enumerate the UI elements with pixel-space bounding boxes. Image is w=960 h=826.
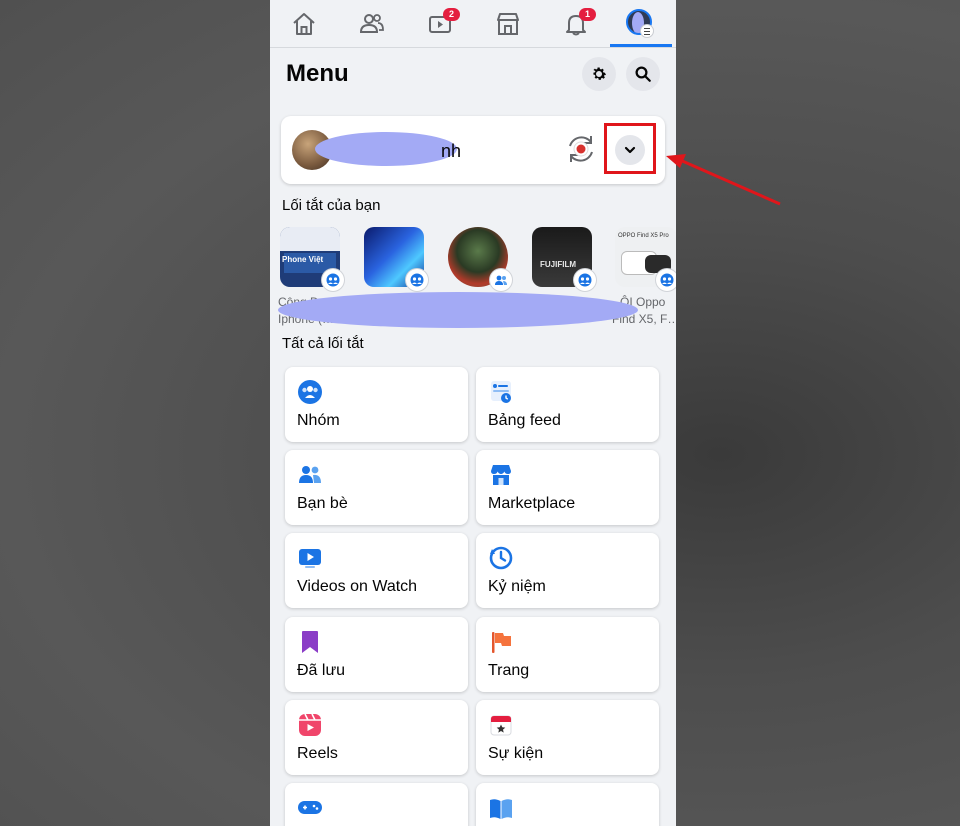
shortcuts-title: Lối tắt của bạn xyxy=(282,197,381,214)
shortcut-badge-2 xyxy=(406,269,428,291)
shortcut-badge-1 xyxy=(322,269,344,291)
nav-menu[interactable] xyxy=(616,6,656,42)
all-shortcuts-title: Tất cả lối tắt xyxy=(282,335,364,352)
shortcut-thumb-text: OPPO Find X5 Pro xyxy=(618,233,669,239)
saved-icon xyxy=(302,631,318,653)
redacted-labels-overlay xyxy=(278,292,638,328)
feed-icon xyxy=(491,381,511,403)
group-icon xyxy=(410,273,424,287)
tile-feeds-book[interactable] xyxy=(476,783,659,826)
book-icon xyxy=(490,799,512,819)
tile-feeds[interactable]: Bảng feed xyxy=(476,367,659,442)
search-icon xyxy=(635,66,651,82)
shortcut-thumb-text: FUJIFILM xyxy=(540,260,576,269)
marketplace-icon xyxy=(491,465,511,485)
nav-notifications[interactable]: 1 xyxy=(555,6,596,42)
tile-gaming[interactable] xyxy=(285,783,468,826)
friends-icon xyxy=(359,14,384,33)
nav-watch[interactable]: 2 xyxy=(419,6,460,42)
shortcut-badge-5 xyxy=(656,269,676,291)
tile-label: Kỷ niệm xyxy=(488,578,546,595)
home-icon xyxy=(293,13,315,35)
marketplace-icon xyxy=(497,13,519,35)
phone-screen: 2 1 Menu nh Lối tắt của bạn Phone Việt F… xyxy=(270,0,676,826)
group-icon xyxy=(660,273,674,287)
tile-reels[interactable]: Reels xyxy=(285,700,468,775)
friend-icon xyxy=(495,275,507,285)
annotation-arrow xyxy=(666,154,781,206)
group-icon xyxy=(578,273,592,287)
switch-account-icon[interactable] xyxy=(564,132,598,166)
tile-marketplace[interactable]: Marketplace xyxy=(476,450,659,525)
events-icon xyxy=(490,715,512,736)
tile-pages[interactable]: Trang xyxy=(476,617,659,692)
notifications-badge: 1 xyxy=(579,8,596,21)
shortcut-thumb-text: Phone Việt xyxy=(282,255,324,264)
top-nav-bar: 2 1 xyxy=(270,0,676,48)
tile-label: Bảng feed xyxy=(488,412,561,429)
group-icon xyxy=(326,273,340,287)
search-button[interactable] xyxy=(626,57,660,91)
profile-name: nh xyxy=(441,141,462,161)
page-title: Menu xyxy=(286,60,349,87)
tile-events[interactable]: Sự kiện xyxy=(476,700,659,775)
gaming-icon xyxy=(298,801,322,814)
nav-active-indicator xyxy=(610,44,672,47)
nav-home[interactable] xyxy=(283,6,323,42)
groups-icon xyxy=(298,380,322,404)
tile-groups[interactable]: Nhóm xyxy=(285,367,468,442)
hamburger-icon xyxy=(640,24,654,38)
redacted-name-overlay xyxy=(315,132,457,166)
tile-saved[interactable]: Đã lưu xyxy=(285,617,468,692)
tile-label: Nhóm xyxy=(297,412,340,429)
shortcut-badge-3 xyxy=(490,269,512,291)
watch-badge: 2 xyxy=(443,8,460,21)
memories-icon xyxy=(489,546,513,570)
settings-button[interactable] xyxy=(582,57,616,91)
pages-icon xyxy=(492,632,511,653)
tile-friends[interactable]: Bạn bè xyxy=(285,450,468,525)
gear-icon xyxy=(593,67,607,80)
watch-icon xyxy=(299,549,321,568)
tile-label: Đã lưu xyxy=(297,662,346,679)
tile-memories[interactable]: Kỷ niệm xyxy=(476,533,659,608)
tile-label: Videos on Watch xyxy=(297,578,418,595)
tile-label: Marketplace xyxy=(488,495,576,512)
tile-label: Bạn bè xyxy=(297,495,348,512)
nav-marketplace[interactable] xyxy=(487,6,527,42)
shortcut-badge-4 xyxy=(574,269,596,291)
tile-label: Trang xyxy=(488,662,530,679)
tile-label: Reels xyxy=(297,745,338,762)
tile-videos-on-watch[interactable]: Videos on Watch xyxy=(285,533,468,608)
reels-icon xyxy=(299,713,321,736)
annotation-highlight-box xyxy=(604,123,656,174)
friends-icon xyxy=(299,466,321,483)
tile-label: Sự kiện xyxy=(488,745,544,762)
nav-friends[interactable] xyxy=(351,6,391,42)
